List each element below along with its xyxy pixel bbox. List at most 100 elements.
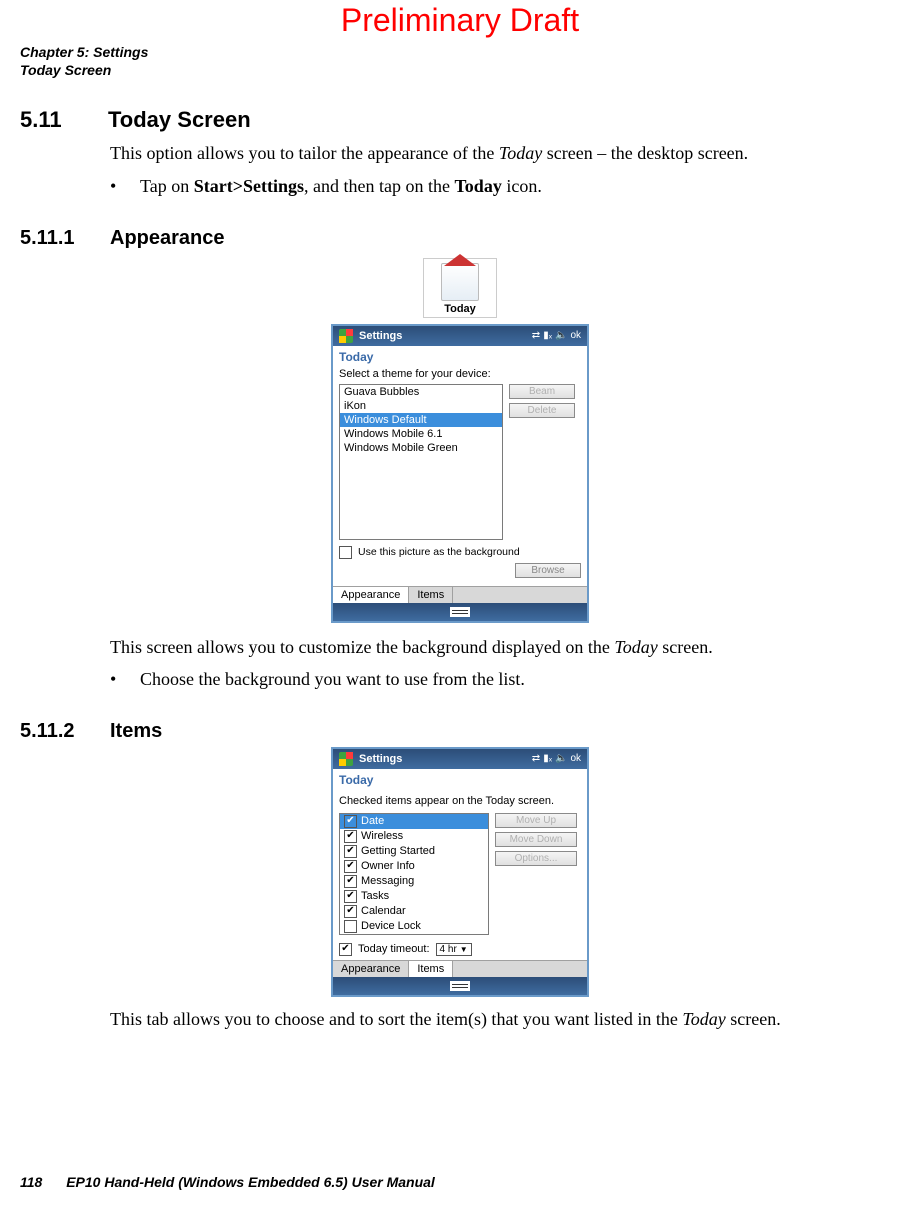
theme-button-column: Beam Delete [509, 384, 575, 540]
intro-pre: This option allows you to tailor the app… [110, 143, 499, 163]
page-footer: 118 EP10 Hand-Held (Windows Embedded 6.5… [20, 1174, 435, 1190]
move-up-button[interactable]: Move Up [495, 813, 577, 828]
items-description: This tab allows you to choose and to sor… [110, 1007, 900, 1031]
preliminary-draft-header: Preliminary Draft [20, 2, 900, 39]
list-item[interactable]: Windows Mobile 6.1 [340, 427, 502, 441]
items-desc-pre: This tab allows you to choose and to sor… [110, 1009, 682, 1029]
today-icon-label: Today [428, 303, 492, 315]
subsection-number: 5.11.2 [20, 720, 88, 743]
chevron-down-icon: ▼ [460, 945, 468, 954]
intro-post: screen – the desktop screen. [542, 143, 748, 163]
item-label: Tasks [361, 890, 389, 902]
background-checkbox-label: Use this picture as the background [358, 546, 520, 558]
device-header: Settings ⇄ ▮ₓ 🔈 ok [333, 326, 587, 346]
options-button[interactable]: Options... [495, 851, 577, 866]
subsection-title: Appearance [110, 227, 225, 250]
volume-icon: 🔈 [555, 330, 567, 341]
ok-button[interactable]: ok [570, 753, 581, 764]
list-item[interactable]: ✔Getting Started [340, 844, 488, 859]
checkbox-icon[interactable]: ✔ [344, 815, 357, 828]
section-number: 5.11 [20, 107, 80, 133]
section-heading: 5.11 Today Screen [20, 107, 900, 133]
chapter-heading: Chapter 5: Settings Today Screen [20, 43, 900, 79]
list-item[interactable]: Guava Bubbles [340, 385, 502, 399]
windows-logo-icon [339, 329, 353, 343]
tab-appearance[interactable]: Appearance [333, 961, 409, 977]
items-button-column: Move Up Move Down Options... [495, 813, 577, 935]
sip-bar [333, 603, 587, 621]
list-item[interactable]: ✔ Owner Info [340, 859, 488, 874]
item-label: Date [361, 815, 384, 827]
checkbox-icon[interactable]: ✔ [344, 845, 357, 858]
sip-bar [333, 977, 587, 995]
chapter-line-2: Today Screen [20, 61, 900, 79]
list-item[interactable]: ✔Wireless [340, 829, 488, 844]
item-label: Device Lock [361, 920, 421, 932]
timeout-value: 4 hr [440, 944, 457, 955]
list-item[interactable]: ✔ Messaging [340, 874, 488, 889]
bullet1-bold1: Start>Settings [194, 176, 304, 196]
subsection-items: 5.11.2 Items [20, 720, 900, 743]
today-house-icon [441, 263, 479, 301]
signal-icon: ▮ₓ [543, 753, 552, 764]
checkbox-icon[interactable]: ✔ [344, 875, 357, 888]
header-status-icons: ⇄ ▮ₓ 🔈 ok [532, 753, 581, 764]
list-item[interactable]: ✔ Calendar [340, 904, 488, 919]
subsection-title: Items [110, 720, 162, 743]
item-label: Owner Info [361, 860, 415, 872]
ok-button[interactable]: ok [570, 330, 581, 341]
document-title: EP10 Hand-Held (Windows Embedded 6.5) Us… [66, 1174, 435, 1190]
item-label: Calendar [361, 905, 406, 917]
bullet-nav-instruction: • Tap on Start>Settings, and then tap on… [110, 176, 900, 197]
page-number: 118 [20, 1174, 42, 1190]
delete-button[interactable]: Delete [509, 403, 575, 418]
appearance-bullet-text: Choose the background you want to use fr… [140, 669, 525, 690]
keyboard-icon[interactable] [450, 981, 470, 991]
chapter-line-1: Chapter 5: Settings [20, 43, 900, 61]
items-checklist[interactable]: ✔ Date ✔Wireless ✔Getting Started ✔ Owner … [339, 813, 489, 935]
item-label: Messaging [361, 875, 414, 887]
background-checkbox[interactable] [339, 546, 352, 559]
checkbox-icon[interactable]: ✔ [344, 905, 357, 918]
appearance-screenshot: Settings ⇄ ▮ₓ 🔈 ok Today Select a theme … [331, 324, 589, 623]
tab-strip: Appearance Items [333, 960, 587, 977]
checkbox-icon[interactable] [344, 920, 357, 933]
screen-subtitle: Today [333, 769, 587, 789]
list-item-date[interactable]: ✔ Date [340, 814, 488, 829]
list-item-selected[interactable]: Windows Default [340, 413, 502, 427]
connectivity-icon: ⇄ [532, 753, 540, 764]
appearance-desc-pre: This screen allows you to customize the … [110, 637, 614, 657]
checkbox-icon[interactable]: ✔ [344, 860, 357, 873]
list-item[interactable]: iKon [340, 399, 502, 413]
appearance-description: This screen allows you to customize the … [110, 635, 900, 659]
bullet-char: • [110, 176, 140, 197]
bullet1-bold2: Today [454, 176, 501, 196]
items-desc-post: screen. [726, 1009, 781, 1029]
items-screenshot: Settings ⇄ ▮ₓ 🔈 ok Today Checked items a… [331, 747, 589, 997]
screen-subtitle: Today [333, 346, 587, 366]
tab-items[interactable]: Items [409, 961, 453, 977]
windows-logo-icon [339, 752, 353, 766]
list-item[interactable]: Device Lock [340, 919, 488, 934]
keyboard-icon[interactable] [450, 607, 470, 617]
checkbox-icon[interactable]: ✔ [344, 890, 357, 903]
timeout-select[interactable]: 4 hr ▼ [436, 943, 472, 956]
list-item[interactable]: ✔ Tasks [340, 889, 488, 904]
appearance-bullet: • Choose the background you want to use … [110, 669, 900, 690]
section-title: Today Screen [108, 107, 251, 133]
items-instruction-label: Checked items appear on the Today screen… [339, 795, 581, 807]
list-item[interactable]: Windows Mobile Green [340, 441, 502, 455]
device-header: Settings ⇄ ▮ₓ 🔈 ok [333, 749, 587, 769]
bullet-text: Tap on Start>Settings, and then tap on t… [140, 176, 542, 197]
intro-paragraph: This option allows you to tailor the app… [110, 141, 900, 165]
browse-button[interactable]: Browse [515, 563, 581, 578]
checkbox-icon[interactable]: ✔ [344, 830, 357, 843]
theme-listbox[interactable]: Guava Bubbles iKon Windows Default Windo… [339, 384, 503, 540]
beam-button[interactable]: Beam [509, 384, 575, 399]
device-header-title: Settings [359, 753, 526, 765]
timeout-checkbox[interactable]: ✔ [339, 943, 352, 956]
move-down-button[interactable]: Move Down [495, 832, 577, 847]
signal-icon: ▮ₓ [543, 330, 552, 341]
tab-appearance[interactable]: Appearance [333, 587, 409, 603]
tab-items[interactable]: Items [409, 587, 453, 603]
